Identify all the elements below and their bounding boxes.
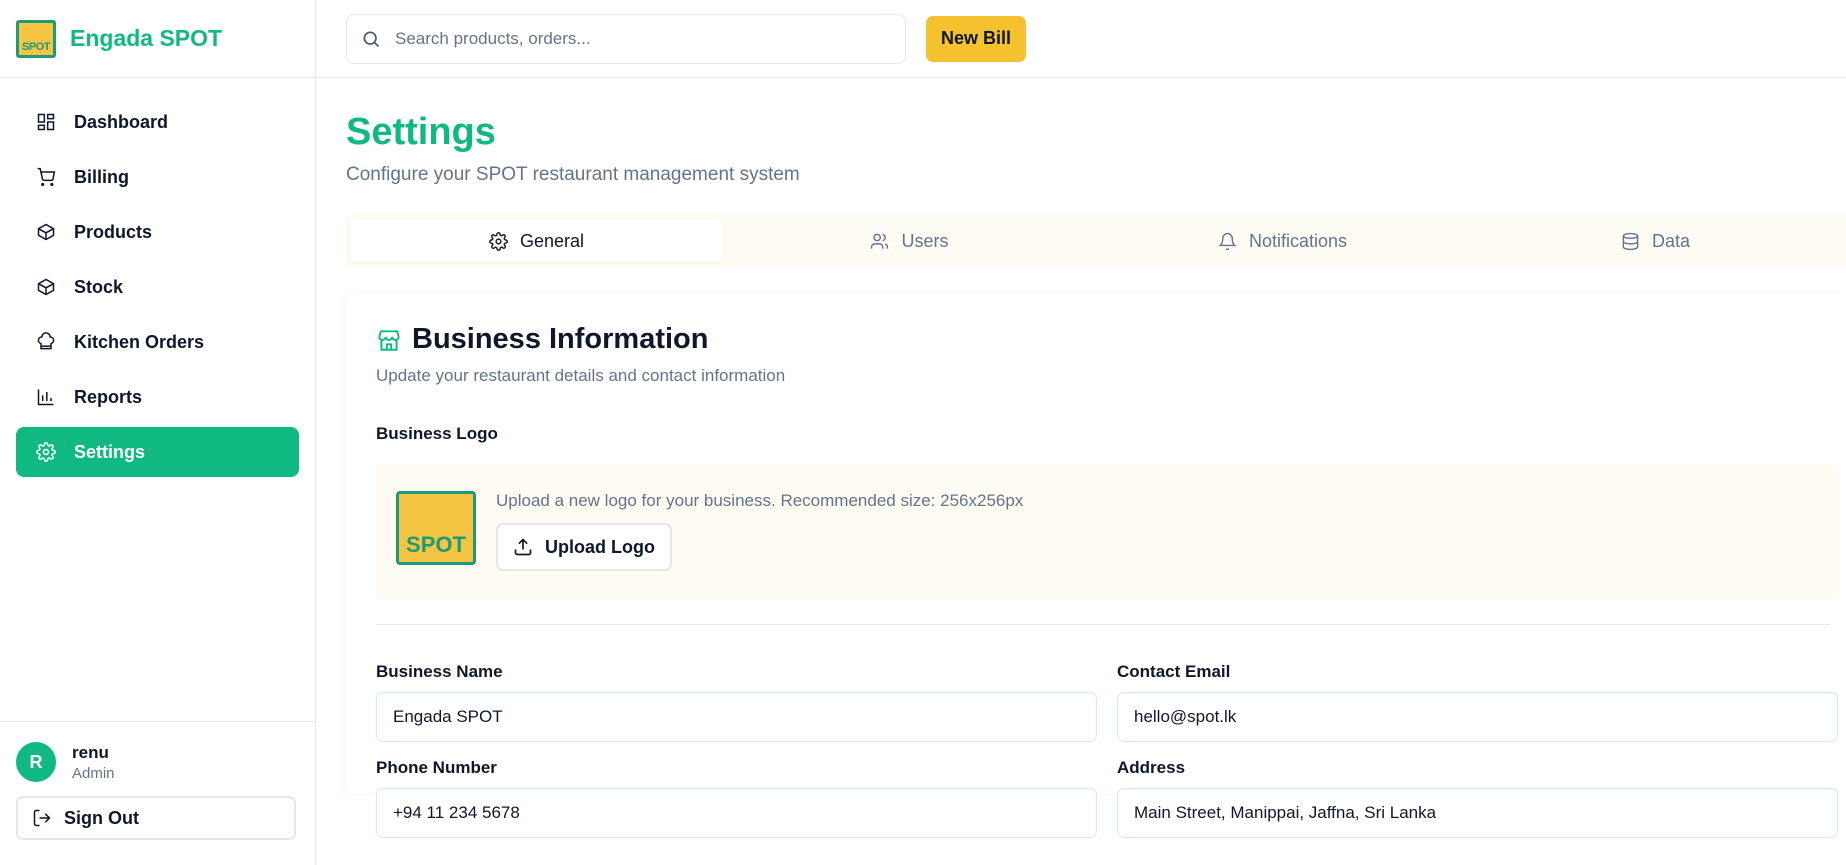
main-content: Settings Configure your SPOT restaurant … [346, 78, 1846, 838]
chef-hat-icon [37, 332, 55, 350]
sidebar-item-label: Billing [74, 166, 129, 187]
store-icon [378, 329, 400, 351]
sidebar-item-label: Products [74, 221, 153, 242]
card-subtitle: Update your restaurant details and conta… [376, 366, 786, 385]
sidebar-item-settings[interactable]: Settings [16, 427, 299, 477]
tab-label: Users [901, 230, 949, 251]
sidebar-item-products[interactable]: Products [16, 207, 299, 257]
divider [376, 624, 1830, 625]
contact-email-field: Contact Email hello@spot.lk [1117, 662, 1838, 742]
brand-logo: SPOT [16, 19, 56, 58]
user-profile: R renu Admin [16, 742, 300, 782]
contact-email-label: Contact Email [1117, 662, 1231, 681]
sidebar-item-label: Reports [74, 386, 143, 407]
sidebar: SPOT Engada SPOT Dashboard Billing Produ… [0, 0, 316, 865]
database-icon [1622, 232, 1639, 250]
avatar: R [16, 742, 56, 782]
business-name-input[interactable]: Engada SPOT [376, 692, 1097, 742]
settings-tabs: General Users Notifications Data [346, 215, 1846, 267]
sidebar-footer: R renu Admin Sign Out [0, 721, 316, 865]
address-field: Address Main Street, Manippai, Jaffna, S… [1117, 758, 1838, 838]
sign-out-button[interactable]: Sign Out [16, 796, 296, 840]
upload-icon [514, 538, 532, 556]
card-title: Business Information [412, 323, 709, 355]
sidebar-item-label: Kitchen Orders [74, 331, 205, 352]
sidebar-item-kitchen-orders[interactable]: Kitchen Orders [16, 317, 299, 367]
phone-number-label: Phone Number [376, 758, 497, 777]
address-input[interactable]: Main Street, Manippai, Jaffna, Sri Lanka [1117, 788, 1838, 838]
user-role: Admin [72, 764, 115, 782]
new-bill-button[interactable]: New Bill [926, 15, 1027, 62]
sidebar-nav: Dashboard Billing Products Stock Kitchen… [0, 78, 315, 501]
page-title: Settings [346, 111, 496, 153]
logo-upload-area: SPOT Upload a new logo for your business… [376, 465, 1838, 599]
tab-label: Data [1651, 230, 1691, 251]
logo-preview-text: SPOT [406, 532, 466, 557]
bell-icon [1217, 232, 1237, 250]
package-icon [37, 278, 55, 296]
logout-icon [33, 809, 51, 827]
bar-chart-icon [37, 389, 54, 406]
brand-name: Engada SPOT [70, 25, 223, 51]
sign-out-label: Sign Out [64, 807, 139, 828]
search-icon [363, 31, 380, 47]
business-name-label: Business Name [376, 662, 503, 681]
brand-logo-text: SPOT [22, 40, 50, 53]
tab-general[interactable]: General [350, 220, 723, 262]
address-label: Address [1117, 758, 1186, 777]
gear-icon [489, 231, 508, 251]
dashboard-icon [37, 113, 55, 131]
gear-icon [36, 442, 56, 462]
brand[interactable]: SPOT Engada SPOT [0, 0, 315, 78]
sidebar-item-label: Stock [74, 276, 124, 297]
phone-number-field: Phone Number +94 11 234 5678 [376, 758, 1097, 838]
page-subtitle: Configure your SPOT restaurant managemen… [346, 164, 800, 185]
tab-label: General [519, 230, 585, 251]
sidebar-item-billing[interactable]: Billing [16, 152, 299, 202]
sidebar-item-reports[interactable]: Reports [16, 372, 299, 422]
tab-data[interactable]: Data [1469, 220, 1842, 262]
app-root: SPOT Engada SPOT Dashboard Billing Produ… [0, 0, 1846, 865]
tab-users[interactable]: Users [723, 220, 1096, 262]
sidebar-item-label: Settings [74, 441, 146, 462]
sidebar-item-label: Dashboard [74, 111, 169, 132]
top-bar: New Bill [316, 0, 1846, 78]
business-fields: Business Name Engada SPOT Contact Email … [376, 662, 1838, 838]
upload-logo-button[interactable]: Upload Logo [496, 523, 672, 571]
sidebar-item-dashboard[interactable]: Dashboard [16, 97, 299, 147]
contact-email-input[interactable]: hello@spot.lk [1117, 692, 1838, 742]
search-input[interactable] [395, 28, 875, 49]
logo-help-text: Upload a new logo for your business. Rec… [496, 491, 1024, 510]
user-name: renu [72, 742, 109, 762]
tab-notifications[interactable]: Notifications [1096, 220, 1469, 262]
sidebar-item-stock[interactable]: Stock [16, 262, 299, 312]
tab-label: Notifications [1248, 230, 1348, 251]
package-icon [37, 223, 55, 241]
search-box[interactable] [346, 13, 906, 64]
logo-info: Upload a new logo for your business. Rec… [496, 491, 1023, 571]
phone-number-input[interactable]: +94 11 234 5678 [376, 788, 1097, 838]
business-info-card: Business Information Update your restaur… [346, 293, 1846, 838]
logo-preview: SPOT [396, 491, 476, 565]
business-logo-label: Business Logo [376, 424, 498, 443]
upload-logo-label: Upload Logo [545, 536, 655, 557]
card-header: Business Information [376, 323, 1838, 356]
business-name-field: Business Name Engada SPOT [376, 662, 1097, 742]
cart-icon [37, 167, 56, 187]
users-icon [871, 233, 889, 249]
